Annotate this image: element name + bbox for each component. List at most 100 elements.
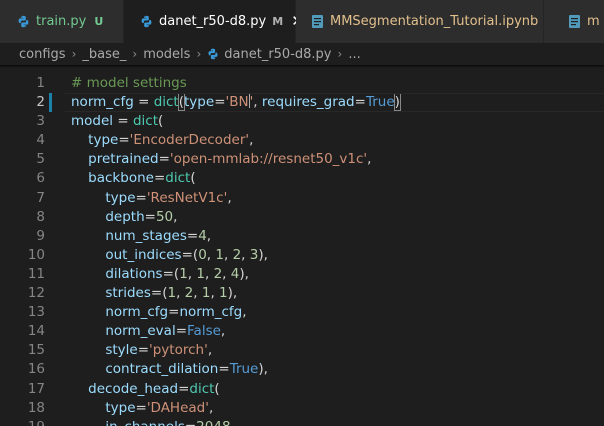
code-token: ) <box>393 93 401 112</box>
code-token: ), <box>239 265 249 282</box>
tab-mmsegmentation-tutorial[interactable]: MMSegmentation_Tutorial.ipynb M <box>296 0 557 43</box>
code-token: =( <box>150 285 168 302</box>
code-token: dilations <box>105 265 163 282</box>
code-token: , <box>241 246 250 263</box>
code-text: out_indices=(0, 1, 2, 3), <box>71 246 268 265</box>
code-token: ( <box>190 170 196 187</box>
code-token: = <box>175 323 188 340</box>
line-number: 9 <box>36 227 45 244</box>
line-number: 13 <box>27 304 45 321</box>
code-text: contract_dilation=True), <box>71 360 268 379</box>
code-token: backbone <box>88 170 154 187</box>
breadcrumb-item[interactable]: configs <box>19 47 66 62</box>
code-text: type='ResNetV1c', <box>71 189 232 208</box>
code-text: decode_head=dict( <box>71 380 220 399</box>
code-line[interactable]: 5 pretrained='open-mmlab://resnet50_v1c'… <box>0 150 604 169</box>
chevron-right-icon: › <box>71 47 77 61</box>
chevron-right-icon: › <box>196 47 202 61</box>
code-token: , <box>193 285 202 302</box>
code-text: backbone=dict( <box>71 169 196 188</box>
code-line[interactable]: 3 model = dict( <box>0 112 604 131</box>
code-text: norm_cfg=norm_cfg, <box>71 303 246 322</box>
code-line[interactable]: 19 in_channels=2048, <box>0 418 604 426</box>
code-token: 2 <box>184 285 194 302</box>
code-token: 2 <box>232 246 242 263</box>
tab-label: danet_r50-d8.py <box>159 14 267 29</box>
code-token: pretrained <box>88 151 159 168</box>
code-line[interactable]: 7 type='ResNetV1c', <box>0 189 604 208</box>
code-token: type <box>105 189 136 206</box>
code-token: # model settings <box>71 75 187 91</box>
code-text: depth=50, <box>71 208 177 227</box>
code-line[interactable]: 14 norm_eval=False, <box>0 322 604 341</box>
code-token: , <box>249 132 254 149</box>
code-token: in_channels <box>105 419 185 426</box>
code-token: depth <box>105 208 145 225</box>
code-line[interactable]: 4 type='EncoderDecoder', <box>0 131 604 150</box>
code-token: , <box>222 265 231 282</box>
line-number: 16 <box>27 361 45 378</box>
code-token: 1 <box>167 285 177 302</box>
notebook-icon <box>311 15 324 28</box>
python-icon <box>207 48 219 60</box>
code-editor[interactable]: 1 # model settings 2 norm_cfg = dict(type='… <box>0 74 604 426</box>
code-token: dict <box>153 94 179 111</box>
code-line[interactable]: 18 type='DAHead', <box>0 399 604 418</box>
code-token: , <box>204 265 214 282</box>
line-number: 12 <box>27 285 45 302</box>
code-token: 2048 <box>196 419 230 426</box>
code-line[interactable]: 6 backbone=dict( <box>0 169 604 188</box>
code-token: True <box>365 94 395 111</box>
code-line[interactable]: 12 strides=(1, 2, 1, 1), <box>0 284 604 303</box>
code-line[interactable]: 10 out_indices=(0, 1, 2, 3), <box>0 246 604 265</box>
code-token: 'open-mmlab://resnet50_v1c' <box>169 151 368 168</box>
code-line[interactable]: 17 decode_head=dict( <box>0 380 604 399</box>
line-number: 18 <box>27 399 45 416</box>
code-line[interactable]: 8 depth=50, <box>0 208 604 227</box>
line-number: 10 <box>27 246 45 263</box>
chevron-right-icon: › <box>132 47 138 61</box>
code-text: model = dict( <box>71 112 163 131</box>
code-token: = <box>185 419 196 426</box>
code-token: ), <box>227 285 238 302</box>
code-token: decode_head <box>88 380 179 397</box>
code-token: 'ResNetV1c' <box>146 189 228 206</box>
code-token: out_indices <box>105 246 182 263</box>
tab-overflow[interactable]: m <box>544 0 604 43</box>
breadcrumb-item[interactable]: models <box>143 47 190 62</box>
code-line[interactable]: 9 num_stages=4, <box>0 227 604 246</box>
breadcrumb-symbol[interactable]: ... <box>348 47 360 62</box>
code-line[interactable]: 1 # model settings <box>0 74 604 93</box>
code-line[interactable]: 16 contract_dilation=True), <box>0 360 604 379</box>
code-token: =( <box>162 265 180 282</box>
code-token: False <box>187 323 221 340</box>
code-token: strides <box>105 285 151 302</box>
code-token: , <box>367 151 372 168</box>
tab-danet-r50-d8-py[interactable]: danet_r50-d8.py M ✕ <box>124 0 304 43</box>
code-token: , <box>227 189 232 206</box>
code-token: 1 <box>179 265 188 282</box>
chevron-right-icon: › <box>337 47 343 61</box>
breadcrumb-item[interactable]: _base_ <box>82 47 126 62</box>
line-number: 14 <box>27 323 45 340</box>
line-number: 6 <box>36 170 45 187</box>
code-token: norm_cfg <box>179 304 243 321</box>
line-number: 2 <box>36 94 45 111</box>
tab-train-py[interactable]: train.py U <box>0 0 124 43</box>
code-token: = <box>137 342 150 359</box>
code-text: num_stages=4, <box>71 227 211 246</box>
code-token: 1 <box>196 265 205 282</box>
code-line[interactable]: 11 dilations=(1, 1, 2, 4), <box>0 265 604 284</box>
code-token: , <box>220 323 226 340</box>
code-line[interactable]: 13 norm_cfg=norm_cfg, <box>0 303 604 322</box>
code-token: ), <box>258 361 268 378</box>
code-line[interactable]: 15 style='pytorch', <box>0 341 604 360</box>
code-line[interactable]: 2 norm_cfg = dict(type='BN', requires_gra… <box>0 93 604 113</box>
breadcrumb-file[interactable]: danet_r50-d8.py <box>224 47 331 62</box>
code-token: 50 <box>155 208 174 225</box>
